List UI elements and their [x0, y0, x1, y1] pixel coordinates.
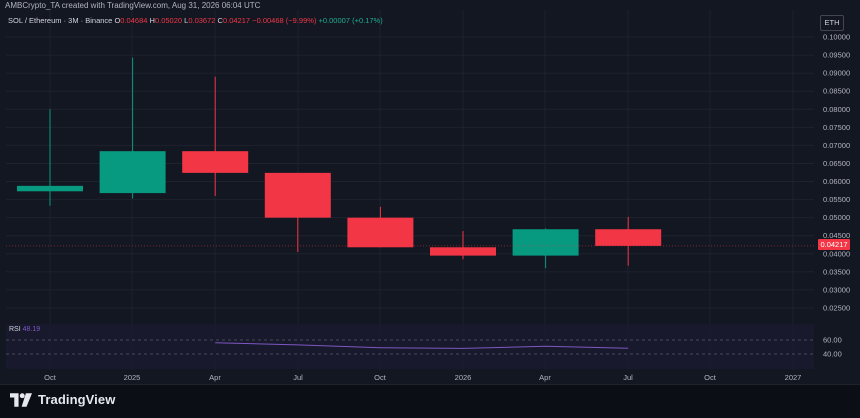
time-tick-label: Jul	[293, 373, 303, 382]
price-tick-label: 0.08000	[823, 105, 850, 114]
candle-body	[264, 172, 331, 218]
time-tick-label: 2025	[124, 373, 141, 382]
rsi-value: 48.19	[22, 326, 41, 333]
rsi-pane	[6, 324, 814, 369]
time-tick-label: Apr	[209, 373, 221, 382]
ohlc-low-value: 0.03672	[188, 16, 216, 25]
footer-bar	[0, 384, 860, 418]
price-tick-label: 0.06500	[823, 159, 850, 168]
price-tick-label: 0.07000	[823, 141, 850, 150]
price-tick-label: 0.04000	[823, 249, 850, 258]
tradingview-logo-icon	[10, 392, 32, 407]
candle-body	[347, 217, 414, 248]
time-tick-label: Oct	[374, 373, 387, 382]
time-tick-label: Jul	[623, 373, 633, 382]
ohlc-high-value: 0.05020	[154, 16, 183, 25]
time-tick-label: Apr	[539, 373, 551, 382]
ohlc-change: −0.00468 (−9.99%)	[252, 16, 317, 25]
time-tick-label: 2027	[785, 373, 802, 382]
time-tick-label: 2026	[455, 373, 472, 382]
candle-body	[595, 229, 662, 246]
price-tick-label: 0.09000	[823, 69, 850, 78]
price-tick-label: 0.08500	[823, 87, 850, 96]
ohlc-open-value: 0.04684	[120, 16, 148, 25]
rsi-name[interactable]: RSI	[9, 326, 21, 333]
currency-badge[interactable]: ETH	[820, 15, 844, 31]
candle-body	[512, 229, 579, 256]
candle-body	[430, 247, 496, 256]
rsi-level-label: 60.00	[823, 336, 842, 345]
last-price-label: 0.04217	[818, 239, 850, 250]
time-tick-label: Oct	[704, 373, 717, 382]
candle-body	[17, 185, 83, 192]
price-tick-label: 0.05000	[823, 213, 850, 222]
time-tick-label: Oct	[44, 373, 57, 382]
symbol-legend: SOL / Ethereum · 3M · Binance O0.04684 H…	[8, 16, 383, 25]
candle-body	[182, 151, 249, 173]
price-tick-label: 0.02500	[823, 304, 850, 313]
price-tick-label: 0.07500	[823, 123, 850, 132]
tradingview-logo-text: TradingView	[38, 392, 116, 407]
price-tick-label: 0.10000	[823, 33, 850, 42]
rsi-level-label: 40.00	[823, 350, 842, 359]
tradingview-logo[interactable]: TradingView	[10, 392, 115, 407]
price-tick-label: 0.03000	[823, 285, 850, 294]
price-tick-label: 0.09500	[823, 51, 850, 60]
rsi-legend: RSI 48.19	[9, 326, 40, 333]
symbol-name[interactable]: SOL / Ethereum · 3M · Binance	[8, 16, 112, 25]
ohlc-extra-change: +0.00007 (+0.17%)	[318, 16, 383, 25]
chart-credit: AMBCrypto_TA created with TradingView.co…	[5, 1, 261, 10]
ohlc-close-value: 0.04217	[222, 16, 251, 25]
candle-body	[99, 151, 166, 194]
price-tick-label: 0.06000	[823, 177, 850, 186]
price-tick-label: 0.03500	[823, 267, 850, 276]
price-tick-label: 0.05500	[823, 195, 850, 204]
price-chart[interactable]: 0.10000 0.09500 0.09000 0.08500 0.08000 0.075…	[0, 0, 860, 384]
